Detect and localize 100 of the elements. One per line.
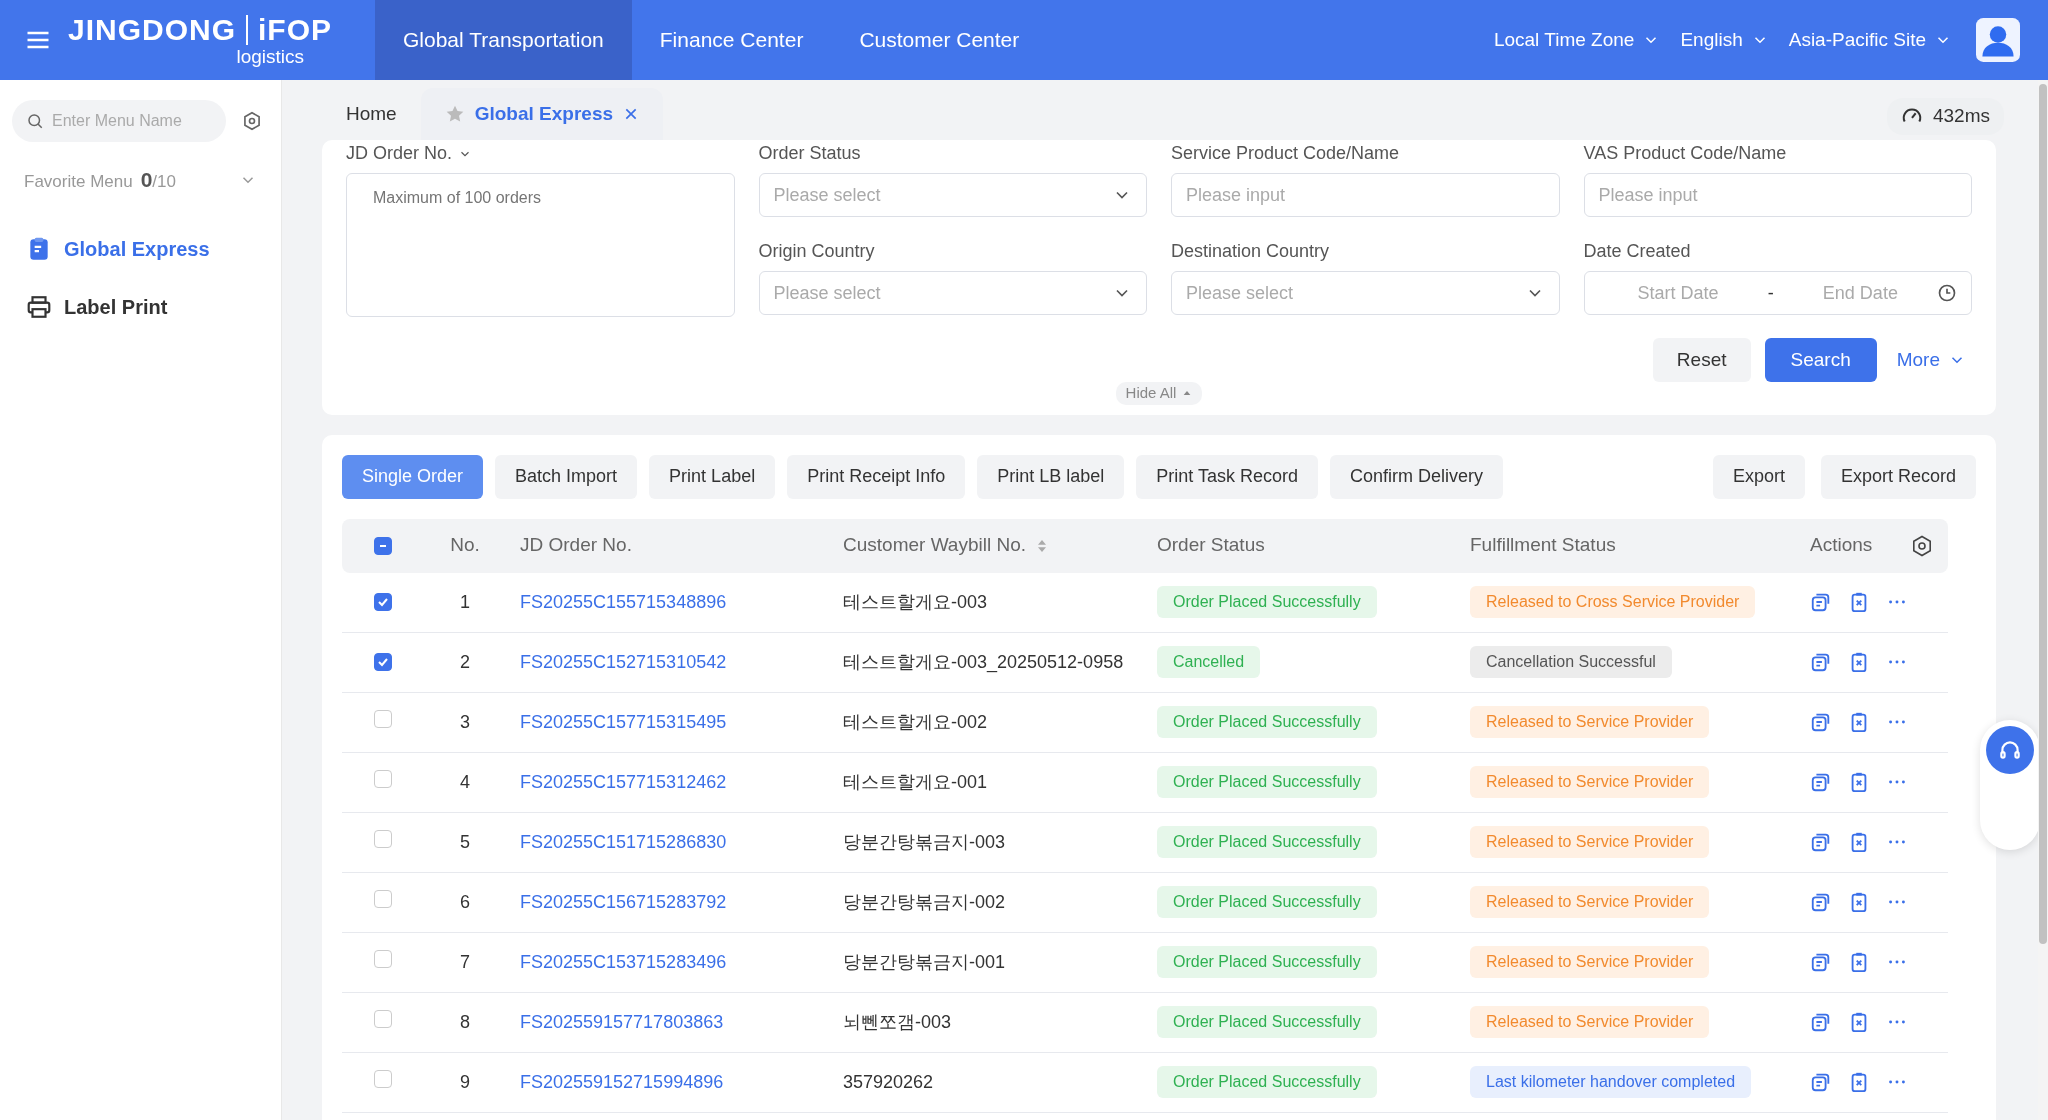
table-cell: 당분간탕볶금지-001 (843, 951, 1006, 972)
select-field[interactable]: Please select (758, 271, 1147, 315)
row-checkbox[interactable] (374, 889, 392, 908)
input-field[interactable]: Please input (1583, 173, 1972, 217)
status-tag: Order Placed Successfully (1157, 706, 1377, 738)
scrollbar[interactable] (2039, 84, 2047, 944)
avatar-icon[interactable] (1976, 18, 2020, 62)
table-cell: 2 (460, 651, 470, 672)
page-tab[interactable]: Home (322, 88, 421, 140)
row-checkbox[interactable] (374, 1009, 392, 1028)
status-tag: Order Placed Successfully (1157, 826, 1377, 858)
search-icon (26, 112, 44, 130)
row-checkbox[interactable] (374, 949, 392, 968)
checkbox[interactable] (374, 537, 392, 556)
table-cell: 테스트할게요-003 (843, 591, 988, 612)
status-tag: Order Placed Successfully (1157, 1006, 1377, 1038)
copy-icon[interactable] (1810, 771, 1832, 793)
status-tag: Order Placed Successfully (1157, 766, 1377, 798)
select-field[interactable]: Please select (758, 173, 1147, 217)
row-checkbox[interactable] (374, 829, 392, 848)
order-number-link[interactable]: FS20255C155715348896 (520, 591, 727, 612)
table-cell: 테스트할게요-002 (843, 711, 988, 732)
sidebar-item[interactable]: Label Print (12, 277, 269, 336)
status-tag: Released to Service Provider (1470, 946, 1710, 978)
field-label: Date Created (1583, 240, 1691, 263)
table-cell: 당분간탕볶금지-002 (843, 891, 1006, 912)
page-tab[interactable]: Global Express (420, 88, 664, 140)
latency-badge: 432ms (1886, 98, 2004, 135)
field-label: Order Status (758, 142, 861, 165)
row-checkbox[interactable] (374, 652, 392, 671)
sidebar-item[interactable]: Global Express (12, 219, 269, 278)
select-field[interactable]: Please select (1171, 271, 1560, 315)
order-number-link[interactable]: FS20255C151715286830 (520, 831, 727, 852)
copy-icon[interactable] (1810, 711, 1832, 733)
settings-icon[interactable] (242, 111, 262, 131)
table-cell: 5 (460, 831, 470, 852)
row-checkbox[interactable] (374, 709, 392, 728)
field-label: Service Product Code/Name (1171, 142, 1400, 165)
status-tag: Last kilometer handover completed (1470, 1066, 1752, 1098)
search-button[interactable]: Search (1764, 338, 1877, 382)
status-tag: Released to Cross Service Provider (1470, 586, 1756, 618)
date-range-field[interactable]: Start Date - End Date (1583, 271, 1972, 315)
printer-icon (26, 293, 52, 320)
dropdown-menu-button[interactable]: Asia-Pacific Site (1778, 0, 1962, 80)
status-tag: Cancelled (1157, 646, 1261, 678)
support-button[interactable] (1986, 726, 2034, 774)
input-field[interactable]: Please input (1171, 173, 1560, 217)
reset-button[interactable]: Reset (1652, 338, 1751, 382)
column-header: Customer Waybill No. (843, 533, 1026, 558)
dropdown-menu-button[interactable]: Local Time Zone (1483, 0, 1671, 80)
toolbar-button[interactable]: Batch Import (495, 454, 638, 499)
status-tag: Order Placed Successfully (1157, 1066, 1377, 1098)
field-label: Destination Country (1171, 240, 1330, 263)
row-checkbox[interactable] (374, 769, 392, 788)
nav-tab[interactable]: Global Transportation (375, 0, 632, 80)
nav-tab[interactable]: Customer Center (831, 0, 1048, 80)
table-cell: 4 (460, 771, 470, 792)
order-number-link[interactable]: FS202559152715994896 (520, 1071, 724, 1092)
toolbar-button[interactable]: Confirm Delivery (1330, 454, 1504, 499)
status-tag: Order Placed Successfully (1157, 946, 1377, 978)
copy-icon[interactable] (1810, 1011, 1832, 1033)
toolbar-button[interactable]: Print Task Record (1136, 454, 1319, 499)
toolbar-button[interactable]: Export (1712, 454, 1805, 499)
favorite-menu-label: Favorite Menu (24, 171, 133, 193)
table-cell: 뇌뻰쪼갬-003 (843, 1011, 952, 1032)
column-header: Order Status (1157, 533, 1265, 558)
order-number-field[interactable]: Maximum of 100 orders (346, 173, 735, 317)
copy-icon[interactable] (1810, 651, 1832, 673)
logo-text: iFOP (246, 14, 333, 45)
field-label: Origin Country (758, 240, 875, 263)
toolbar-button[interactable]: Print Receipt Info (787, 454, 966, 499)
order-number-link[interactable]: FS20255C157715312462 (520, 771, 727, 792)
column-header: No. (450, 533, 480, 558)
toolbar-button[interactable]: Print LB label (977, 454, 1125, 499)
order-number-link[interactable]: FS20255C153715283496 (520, 951, 727, 972)
order-number-link[interactable]: FS202559157717803863 (520, 1011, 724, 1032)
hide-all-button[interactable]: Hide All (1115, 382, 1203, 405)
toolbar-button[interactable]: Single Order (342, 454, 484, 499)
column-header: Fulfillment Status (1470, 533, 1616, 558)
copy-icon[interactable] (1810, 1071, 1832, 1093)
status-tag: Order Placed Successfully (1157, 586, 1377, 618)
status-tag: Cancellation Successful (1470, 646, 1672, 678)
copy-icon[interactable] (1810, 951, 1832, 973)
toolbar-button[interactable]: Print Label (649, 454, 776, 499)
copy-icon[interactable] (1810, 591, 1832, 613)
order-number-link[interactable]: FS20255C152715310542 (520, 651, 727, 672)
status-tag: Released to Service Provider (1470, 826, 1710, 858)
order-number-link[interactable]: FS20255C157715315495 (520, 711, 727, 732)
column-header: Actions (1810, 533, 1873, 558)
copy-icon[interactable] (1810, 891, 1832, 913)
order-number-link[interactable]: FS20255C156715283792 (520, 891, 727, 912)
settings-icon[interactable] (1910, 533, 1934, 558)
row-checkbox[interactable] (374, 1069, 392, 1088)
copy-icon[interactable] (1810, 831, 1832, 853)
dropdown-menu-button[interactable]: English (1670, 0, 1779, 80)
nav-tab[interactable]: Finance Center (631, 0, 832, 80)
more-link[interactable]: More (1890, 344, 1972, 376)
toolbar-button[interactable]: Export Record (1820, 454, 1976, 499)
row-checkbox[interactable] (374, 592, 392, 611)
table-cell: 당분간탕볶금지-003 (843, 831, 1006, 852)
